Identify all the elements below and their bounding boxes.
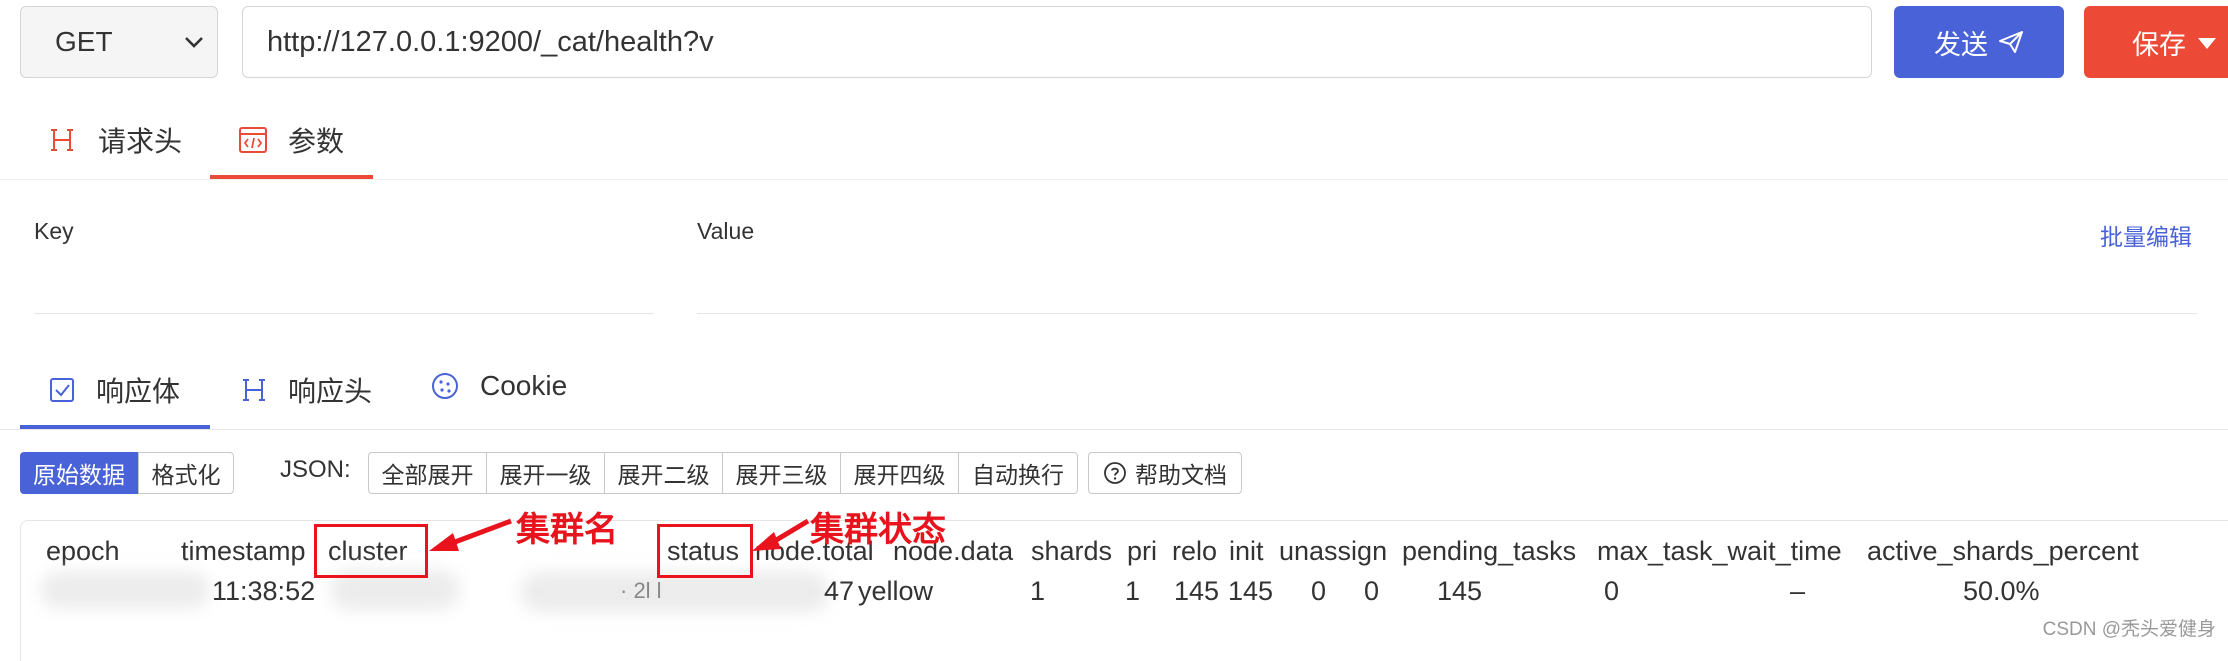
cluster-highlight-box [314, 524, 428, 578]
watermark: CSDN @秃头爱健身 [2042, 619, 2216, 640]
tab-response-body[interactable]: 响应体 [48, 370, 180, 410]
row-unassign: 0 [1311, 576, 1327, 606]
row-status: yellow [858, 576, 934, 606]
divider [0, 179, 2228, 180]
h-icon [243, 379, 265, 401]
paper-plane-icon [1999, 31, 2023, 53]
row-max-task-wait-time: 145 [1437, 576, 1483, 606]
expand-all-button[interactable]: 全部展开 [368, 452, 487, 494]
col-unassign: unassign [1279, 536, 1388, 566]
row-cluster-fragment: · 2l l [620, 578, 662, 603]
redacted-epoch [40, 572, 210, 608]
status-annotation: 集群状态 [810, 511, 946, 549]
send-button[interactable]: 发送 [1894, 6, 2064, 78]
tab-params[interactable]: 参数 [238, 120, 344, 160]
expand-level-3-button[interactable]: 展开三级 [722, 452, 841, 494]
chevron-down-icon [185, 37, 203, 48]
value-column-label: Value [697, 218, 755, 244]
json-label: JSON: [280, 456, 351, 483]
col-epoch: epoch [46, 536, 120, 566]
row-active-shards: 0 [1604, 576, 1620, 606]
code-window-icon [239, 127, 267, 153]
save-label: 保存 [2132, 29, 2186, 60]
col-relo: relo [1172, 536, 1218, 566]
raw-data-button[interactable]: 原始数据 [20, 452, 138, 494]
row-relo: 145 [1174, 576, 1220, 606]
cookie-icon [432, 373, 458, 399]
tab-headers[interactable]: 请求头 [48, 120, 182, 160]
checkbox-icon [50, 378, 74, 402]
h-icon [51, 129, 73, 151]
col-active-shards-percent: active_shards_percent [1867, 536, 2139, 566]
url-input[interactable]: http://127.0.0.1:9200/_cat/health?v [242, 6, 1872, 78]
format-button[interactable]: 格式化 [138, 452, 234, 494]
help-circle-icon [1104, 462, 1126, 484]
caret-down-icon[interactable] [2198, 38, 2216, 49]
expand-level-2-button[interactable]: 展开二级 [604, 452, 723, 494]
row-timestamp: 11:38:52 [212, 576, 316, 606]
col-max-task-wait-time: max_task_wait_time [1597, 536, 1842, 566]
tab-cookie-label: Cookie [480, 370, 568, 401]
url-value: http://127.0.0.1:9200/_cat/health?v [267, 25, 714, 58]
key-input[interactable] [34, 313, 654, 314]
value-input[interactable] [697, 313, 2197, 314]
row-status-prefix: 47 [824, 576, 855, 606]
tab-response-body-label: 响应体 [96, 376, 181, 407]
bulk-edit-link[interactable]: 批量编辑 [2100, 218, 2192, 252]
redacted-cluster-name [520, 572, 830, 612]
save-button[interactable]: 保存 [2084, 6, 2228, 78]
row-init: 145 [1228, 576, 1274, 606]
send-label: 发送 [1934, 29, 1988, 60]
col-pending-tasks: pending_tasks [1402, 536, 1577, 566]
tab-cookie[interactable]: Cookie [430, 370, 567, 402]
word-wrap-button[interactable]: 自动换行 [958, 452, 1078, 494]
row-percent: 50.0% [1963, 576, 2040, 606]
col-init: init [1229, 536, 1264, 566]
cluster-annotation: 集群名 [516, 511, 618, 549]
tab-response-headers-label: 响应头 [288, 376, 373, 407]
col-shards: shards [1031, 536, 1113, 566]
row-dash: – [1790, 576, 1806, 606]
expand-level-4-button[interactable]: 展开四级 [840, 452, 959, 494]
row-pending-tasks: 0 [1364, 576, 1380, 606]
status-arrow-icon [752, 518, 810, 551]
help-docs-label: 帮助文档 [1135, 462, 1227, 488]
key-column-label: Key [34, 218, 74, 244]
help-docs-button[interactable]: 帮助文档 [1088, 452, 1242, 494]
tab-response-headers[interactable]: 响应头 [240, 370, 372, 410]
tab-headers-label: 请求头 [98, 126, 183, 157]
status-highlight-box [657, 524, 753, 578]
divider [0, 429, 2228, 430]
row-pri: 1 [1125, 576, 1141, 606]
expand-level-1-button[interactable]: 展开一级 [486, 452, 605, 494]
method-select[interactable]: GET [20, 6, 218, 78]
tab-params-label: 参数 [288, 126, 345, 157]
col-pri: pri [1127, 536, 1158, 566]
method-value: GET [55, 26, 113, 57]
col-timestamp: timestamp [181, 536, 306, 566]
row-shards: 1 [1030, 576, 1046, 606]
cluster-arrow-icon [429, 518, 512, 551]
